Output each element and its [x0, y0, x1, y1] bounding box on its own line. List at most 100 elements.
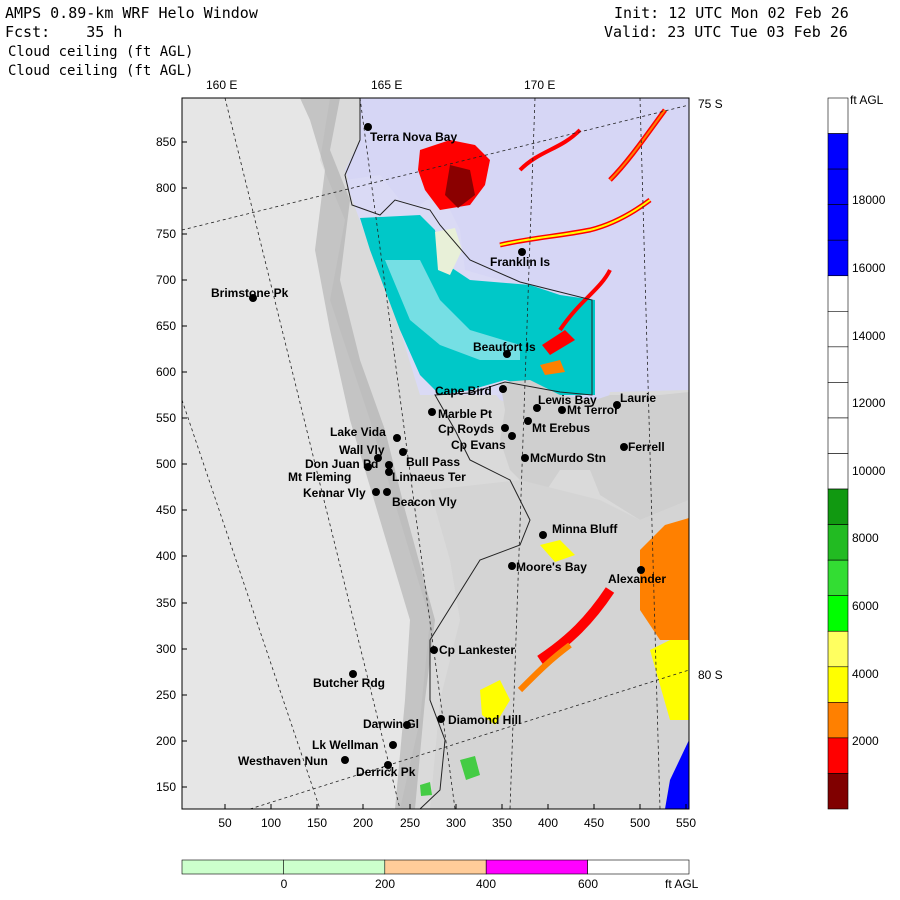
station-label: Darwin Gl	[363, 717, 419, 731]
y-tick-label: 200	[156, 734, 176, 748]
station-label: Cape Bird	[435, 384, 492, 398]
right-colorbar: 18000 16000 14000 12000 10000 8000 6000 4000 200…	[827, 93, 886, 810]
right-colorbar-segment	[827, 97, 849, 134]
map-panel	[182, 98, 689, 809]
y-tick-label: 550	[156, 411, 176, 425]
right-colorbar-segment	[827, 204, 849, 241]
right-colorbar-label: 4000	[852, 667, 879, 681]
right-colorbar-segment	[827, 417, 849, 454]
station-label: Laurie	[620, 391, 656, 405]
x-tick-label: 150	[307, 816, 327, 830]
station-dot	[389, 741, 397, 749]
station-label: Franklin Is	[490, 255, 550, 269]
station-label: Westhaven Nun	[238, 754, 328, 768]
station-dot	[501, 424, 509, 432]
bottom-colorbar-segment	[181, 859, 284, 875]
right-colorbar-segment	[827, 666, 849, 703]
x-tick-label: 400	[538, 816, 558, 830]
station: Don Juan Pd	[305, 457, 378, 471]
bottom-colorbar-segment	[384, 859, 487, 875]
station-label: Alexander	[608, 572, 666, 586]
station-dot	[383, 488, 391, 496]
station: McMurdo Stn	[521, 451, 606, 465]
station: Diamond Hill	[437, 713, 521, 727]
right-colorbar-segment	[827, 488, 849, 525]
longitude-label-165: 165 E	[371, 78, 402, 92]
station-label: Ferrell	[628, 440, 665, 454]
y-tick-label: 600	[156, 365, 176, 379]
x-tick-label: 350	[492, 816, 512, 830]
station: Darwin Gl	[363, 717, 419, 731]
station-dot	[539, 531, 547, 539]
right-colorbar-segment	[827, 702, 849, 739]
right-colorbar-segment	[827, 310, 849, 348]
y-tick-label: 300	[156, 642, 176, 656]
bottom-colorbar-segment	[283, 859, 386, 875]
bottom-colorbar-unit: ft AGL	[665, 877, 699, 891]
longitude-label-170: 170 E	[524, 78, 555, 92]
right-colorbar-segment	[827, 168, 849, 205]
y-tick-label: 450	[156, 503, 176, 517]
station: Brimstone Pk	[211, 286, 289, 302]
right-colorbar-label: 16000	[852, 261, 886, 275]
station-label: Butcher Rdg	[313, 676, 385, 690]
station-label: Linnaeus Ter	[392, 470, 466, 484]
bottom-colorbar-segment	[587, 859, 690, 875]
right-colorbar-segment	[827, 524, 849, 561]
bottom-colorbar-label: 200	[375, 877, 395, 891]
y-tick-label: 650	[156, 319, 176, 333]
latitude-label-75: 75 S	[698, 97, 723, 111]
station-label: Beacon Vly	[392, 495, 457, 509]
right-colorbar-label: 10000	[852, 464, 886, 478]
station-dot	[524, 417, 532, 425]
station-dot	[372, 488, 380, 496]
x-tick-label: 500	[630, 816, 650, 830]
x-tick-label: 50	[218, 816, 232, 830]
bottom-colorbar-label: 600	[578, 877, 598, 891]
right-colorbar-segment	[827, 453, 849, 490]
station-label: Cp Evans	[451, 438, 506, 452]
bottom-colorbar: 0 200 400 600 ft AGL	[181, 859, 699, 891]
station-label: Marble Pt	[438, 407, 492, 421]
y-tick-label: 150	[156, 780, 176, 794]
y-tick-label: 700	[156, 273, 176, 287]
y-axis-ticks: 850 800 750 700 650 600 550 500 450 400 350 300 250 2…	[156, 135, 187, 794]
station-label: Mt Fleming	[288, 470, 351, 484]
station-label: McMurdo Stn	[530, 451, 606, 465]
y-tick-label: 500	[156, 457, 176, 471]
right-colorbar-label: 14000	[852, 329, 886, 343]
right-colorbar-segment	[827, 239, 849, 277]
station-label: Brimstone Pk	[211, 286, 289, 300]
right-colorbar-segment	[827, 595, 849, 632]
station-label: Cp Royds	[438, 422, 494, 436]
station-dot	[385, 461, 393, 469]
y-tick-label: 400	[156, 549, 176, 563]
station-label: Terra Nova Bay	[370, 130, 457, 144]
y-tick-label: 250	[156, 688, 176, 702]
station-label: Lake Vida	[330, 425, 386, 439]
right-colorbar-segment	[827, 559, 849, 597]
station: Linnaeus Ter	[385, 468, 466, 484]
right-colorbar-segment	[827, 275, 849, 312]
bottom-colorbar-label: 400	[476, 877, 496, 891]
right-colorbar-segment	[827, 346, 849, 383]
station-dot	[428, 408, 436, 416]
x-tick-label: 200	[353, 816, 373, 830]
station-dot	[499, 385, 507, 393]
x-tick-label: 550	[676, 816, 696, 830]
bottom-colorbar-segment	[485, 859, 588, 875]
right-colorbar-segment	[827, 133, 849, 170]
x-tick-label: 300	[446, 816, 466, 830]
station-label: Diamond Hill	[448, 713, 521, 727]
station-dot	[620, 443, 628, 451]
station-dot	[437, 715, 445, 723]
station: Marble Pt	[428, 407, 492, 421]
station-label: Mt Terror	[567, 403, 619, 417]
right-colorbar-label: 18000	[852, 193, 886, 207]
station: Moore's Bay	[508, 560, 587, 574]
map-figure: 50 100 150 200 250 300 350 400 450 500 550 850 800 7…	[156, 78, 886, 891]
station-dot	[508, 562, 516, 570]
station: Cp Lankester	[430, 643, 515, 657]
right-colorbar-label: 6000	[852, 599, 879, 613]
right-colorbar-label: 12000	[852, 396, 886, 410]
